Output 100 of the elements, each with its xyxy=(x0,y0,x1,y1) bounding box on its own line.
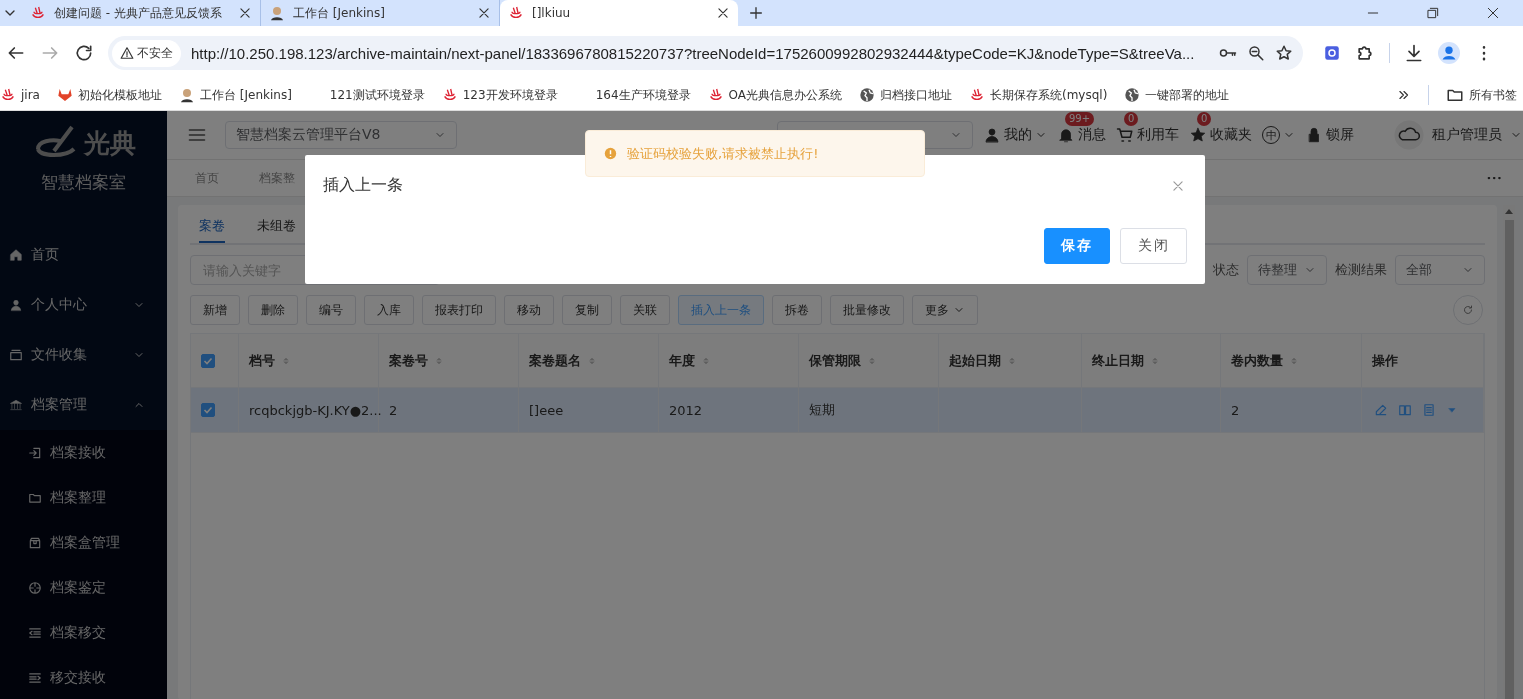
url-text: http://10.250.198.123/archive-maintain/next-panel/1833696780815220737?treeNodeId=1752600992802932444&typeCode=KJ&nodeType=S&treeVa... xyxy=(191,44,1196,62)
column-header[interactable]: 档号 xyxy=(239,334,379,387)
more-bookmarks-icon[interactable] xyxy=(1397,88,1411,102)
count-badge: 99+ xyxy=(1065,112,1095,126)
column-header[interactable]: 年度 xyxy=(659,334,799,387)
bookmark[interactable]: 164生产环境登录 xyxy=(574,86,691,104)
toolbar-button[interactable]: 批量修改 xyxy=(830,295,904,325)
checkmark-icon xyxy=(202,404,214,416)
header-menu-item[interactable]: 0 利用车 xyxy=(1116,112,1179,144)
person-avatar-icon xyxy=(178,87,195,103)
bookmark[interactable]: jira xyxy=(0,87,40,103)
reload-icon[interactable] xyxy=(74,43,94,63)
checkbox[interactable] xyxy=(201,403,215,417)
sidebar-subitem[interactable]: 档案鉴定 xyxy=(0,565,167,610)
restore-icon[interactable] xyxy=(1425,5,1441,21)
dialog-button[interactable]: 保存 xyxy=(1044,228,1110,264)
sidebar-item[interactable]: 文件收集 xyxy=(0,330,167,380)
bookmark[interactable]: 初始化模板地址 xyxy=(56,86,162,104)
scroll-up-arrow-icon[interactable] xyxy=(1505,209,1513,214)
download-icon[interactable] xyxy=(1404,43,1424,63)
toolbar-button[interactable]: 编号 xyxy=(306,295,356,325)
zoom-icon[interactable] xyxy=(1247,44,1265,62)
toolbar-button[interactable]: 入库 xyxy=(364,295,414,325)
cloud-avatar-icon xyxy=(1394,120,1424,150)
home-icon xyxy=(9,248,23,262)
user-menu[interactable]: 租户管理员 xyxy=(1394,106,1522,150)
person-avatar-icon xyxy=(269,5,285,21)
toolbar-button[interactable]: 新增 xyxy=(190,295,240,325)
close-icon[interactable] xyxy=(238,6,252,20)
filter-select[interactable]: 待整理 xyxy=(1247,255,1327,285)
column-header[interactable]: 操作 xyxy=(1362,334,1484,387)
star-icon[interactable] xyxy=(1275,44,1293,62)
security-label: 不安全 xyxy=(137,44,173,62)
column-header[interactable]: 起始日期 xyxy=(939,334,1082,387)
filter-select[interactable]: 全部 xyxy=(1395,255,1485,285)
sidebar-item[interactable]: 首页 xyxy=(0,230,167,280)
swirl-logo-icon xyxy=(30,5,46,21)
header-menu-item[interactable]: 我的 xyxy=(983,112,1047,144)
sidebar-title: 智慧档案室 xyxy=(40,171,127,194)
swirl-logo-icon xyxy=(0,87,16,103)
sidebar-subitem[interactable]: 档案移交 xyxy=(0,610,167,655)
column-header[interactable]: 案卷号 xyxy=(379,334,519,387)
sidebar-subitem[interactable]: 档案接收 xyxy=(0,430,167,475)
toolbar-button[interactable]: 更多 xyxy=(912,295,978,325)
sidebar-subitem[interactable]: 移交接收 xyxy=(0,655,167,699)
toolbar-button[interactable]: 复制 xyxy=(562,295,612,325)
dialog-button[interactable]: 关闭 xyxy=(1120,228,1187,264)
sidebar-item[interactable]: 个人中心 xyxy=(0,280,167,330)
toolbar-button[interactable]: 移动 xyxy=(504,295,554,325)
header-menu-item[interactable]: 中 xyxy=(1262,112,1295,144)
bookmark[interactable]: 123开发环境登录 xyxy=(441,86,558,104)
person-icon xyxy=(9,298,23,312)
browser-tab[interactable]: []lkiuu xyxy=(500,0,738,26)
address-bar[interactable]: 不安全 http://10.250.198.123/archive-maintain/next-panel/1833696780815220737?treeNodeId=1752600992802932444&typeCode=KJ&nodeType=S&treeVa... xyxy=(108,36,1303,70)
user-icon xyxy=(983,126,1001,144)
toolbar-button[interactable]: 报表打印 xyxy=(422,295,496,325)
close-icon[interactable] xyxy=(477,6,491,20)
sidebar-subitem[interactable]: 档案整理 xyxy=(0,475,167,520)
toolbar-button[interactable]: 删除 xyxy=(248,295,298,325)
profile-icon[interactable] xyxy=(1438,42,1460,64)
checkbox[interactable] xyxy=(201,353,215,368)
column-header[interactable]: 保管期限 xyxy=(799,334,939,387)
content-tab[interactable]: 未组卷 xyxy=(257,205,296,243)
bookmark[interactable]: 工作台 [Jenkins] xyxy=(178,86,292,104)
globe-icon xyxy=(1124,87,1141,103)
warning-icon xyxy=(604,147,617,160)
indent-icon xyxy=(28,670,42,685)
bookmark[interactable]: 一键部署的地址 xyxy=(1124,86,1230,104)
bank-icon xyxy=(9,398,23,412)
toolbar-button[interactable]: 拆卷 xyxy=(772,295,822,325)
column-header[interactable]: 案卷题名 xyxy=(519,334,659,387)
header-menu-item[interactable]: 99+ 消息 xyxy=(1057,112,1106,144)
tray-icon xyxy=(9,348,23,362)
system-select[interactable]: 智慧档案云管理平台V8 xyxy=(225,121,457,149)
outdent-icon xyxy=(28,625,42,640)
toolbar-button[interactable]: 关联 xyxy=(620,295,670,325)
header-menu-item[interactable]: 锁屏 xyxy=(1305,112,1354,144)
close-icon[interactable] xyxy=(1485,5,1501,21)
sidebar-subitem[interactable]: 档案盒管理 xyxy=(0,520,167,565)
page-tab[interactable]: 档案整 xyxy=(259,169,295,187)
puzzle-icon[interactable] xyxy=(1355,43,1375,63)
column-header[interactable]: 终止日期 xyxy=(1082,334,1221,387)
bookmark[interactable]: 121测试环境登录 xyxy=(308,86,425,104)
bookmark[interactable]: 长期保存系统(mysql) xyxy=(969,86,1108,104)
page-tab[interactable]: 首页 xyxy=(195,169,219,187)
crosshair-icon xyxy=(28,580,42,595)
star-icon xyxy=(1189,126,1207,144)
bookmark[interactable]: OA光典信息办公系统 xyxy=(707,86,842,104)
extension-icon[interactable] xyxy=(1323,44,1341,62)
content-tab[interactable]: 案卷 xyxy=(199,205,225,243)
plus-icon[interactable] xyxy=(748,5,764,21)
sidebar-item[interactable]: 档案管理 xyxy=(0,380,167,430)
header-menu-item[interactable]: 0 收藏夹 xyxy=(1189,112,1252,144)
bookmark[interactable]: 归档接口地址 xyxy=(859,86,952,104)
security-chip[interactable]: 不安全 xyxy=(112,39,181,67)
close-icon[interactable] xyxy=(716,6,730,20)
column-header[interactable]: 卷内数量 xyxy=(1221,334,1362,387)
swirl-logo-icon xyxy=(441,87,458,103)
filter-label: 检测结果 xyxy=(1335,261,1387,279)
all-bookmarks-button[interactable]: 所有书签 xyxy=(1446,86,1517,104)
